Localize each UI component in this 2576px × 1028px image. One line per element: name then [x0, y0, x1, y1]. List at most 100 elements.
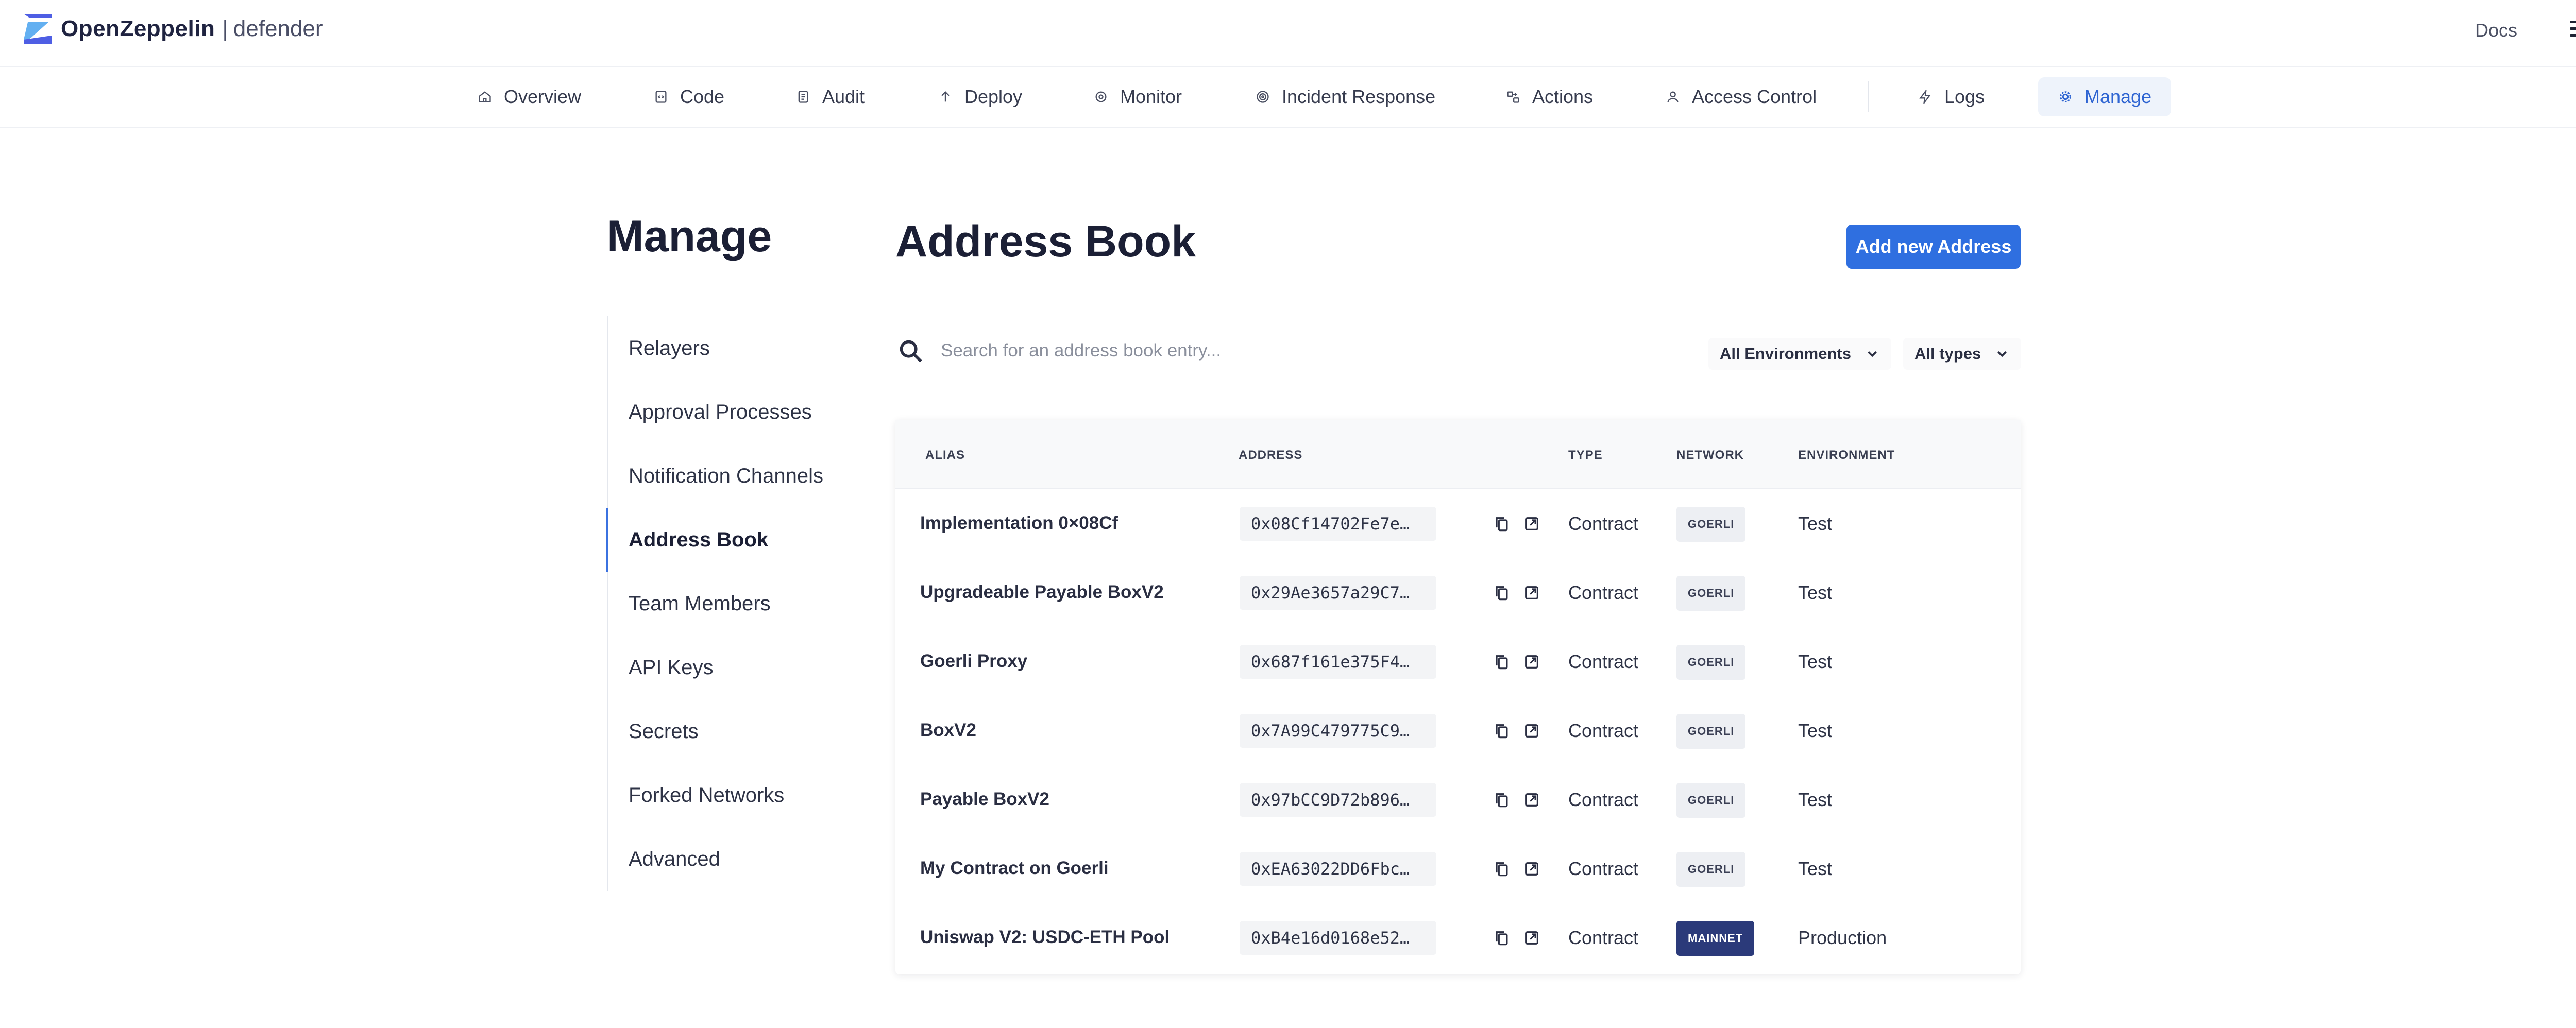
- search-input[interactable]: [941, 333, 1662, 369]
- type-filter-label: All types: [1914, 345, 1981, 363]
- network-badge: GOERLI: [1676, 645, 1746, 680]
- address-book-table: ALIAS ADDRESS TYPE NETWORK ENVIRONMENT I…: [895, 420, 2021, 974]
- nav-monitor[interactable]: Monitor: [1093, 77, 1182, 116]
- external-link-icon[interactable]: [1523, 584, 1540, 602]
- network-badge: GOERLI: [1676, 783, 1746, 818]
- column-header-alias[interactable]: ALIAS: [925, 448, 965, 462]
- copy-icon[interactable]: [1493, 860, 1511, 878]
- column-header-environment[interactable]: ENVIRONMENT: [1798, 448, 1895, 462]
- nav-access-control[interactable]: Access Control: [1665, 77, 1817, 116]
- manage-side-nav: Relayers Approval Processes Notification…: [606, 316, 839, 891]
- network-badge: MAINNET: [1676, 921, 1755, 956]
- openzeppelin-z-logo-icon: [24, 14, 52, 44]
- alias-cell: My Contract on Goerli: [920, 858, 1109, 878]
- audit-icon: [795, 89, 811, 105]
- address-cell: 0x29Ae3657a29C7…: [1240, 576, 1436, 610]
- table-row[interactable]: My Contract on Goerli 0xEA63022DD6Fbc… C…: [895, 834, 2021, 903]
- table-row[interactable]: Uniswap V2: USDC-ETH Pool 0xB4e16d0168e5…: [895, 903, 2021, 972]
- nav-overview-label: Overview: [504, 86, 582, 107]
- section-title: Manage: [607, 212, 772, 261]
- brand-separator: |: [222, 16, 228, 41]
- page-title: Address Book: [895, 217, 1196, 266]
- table-row[interactable]: Upgradeable Payable BoxV2 0x29Ae3657a29C…: [895, 558, 2021, 627]
- nav-manage[interactable]: Manage: [2038, 77, 2172, 116]
- address-cell: 0x687f161e375F4…: [1240, 645, 1436, 679]
- network-badge: GOERLI: [1676, 852, 1746, 887]
- docs-link[interactable]: Docs: [2475, 20, 2517, 41]
- actions-icon: [1505, 89, 1521, 105]
- users-icon: [1665, 89, 1681, 105]
- alias-cell: Goerli Proxy: [920, 651, 1028, 671]
- chevron-down-icon: [1868, 351, 1877, 357]
- type-cell: Contract: [1568, 927, 1639, 948]
- nav-audit[interactable]: Audit: [795, 77, 865, 116]
- add-new-address-button[interactable]: Add new Address: [1846, 225, 2021, 269]
- sidebar-item-secrets[interactable]: Secrets: [608, 699, 839, 763]
- address-cell: 0x7A99C479775C9…: [1240, 714, 1436, 748]
- external-link-icon[interactable]: [1523, 515, 1540, 533]
- environment-filter-label: All Environments: [1720, 345, 1851, 363]
- column-header-type[interactable]: TYPE: [1568, 448, 1603, 462]
- environment-cell: Test: [1798, 582, 1833, 603]
- nav-access-control-label: Access Control: [1692, 86, 1817, 107]
- openzeppelin-logo[interactable]: OpenZeppelin | defender: [24, 13, 323, 44]
- nav-incident-response-label: Incident Response: [1282, 86, 1436, 107]
- nav-overview[interactable]: Overview: [477, 77, 581, 116]
- type-cell: Contract: [1568, 582, 1639, 603]
- sidebar-item-address-book[interactable]: Address Book: [606, 508, 839, 572]
- table-row[interactable]: Payable BoxV2 0x97bCC9D72b896… Contract …: [895, 765, 2021, 834]
- nav-logs[interactable]: Logs: [1918, 77, 1985, 116]
- hamburger-menu-icon[interactable]: [2570, 21, 2576, 39]
- sidebar-item-api-keys[interactable]: API Keys: [608, 636, 839, 699]
- sidebar-item-team-members[interactable]: Team Members: [608, 572, 839, 636]
- address-cell: 0xB4e16d0168e52…: [1240, 921, 1436, 955]
- nav-actions-label: Actions: [1532, 86, 1594, 107]
- environment-filter-dropdown[interactable]: All Environments: [1708, 338, 1891, 370]
- environment-cell: Test: [1798, 720, 1833, 741]
- address-cell: 0xEA63022DD6Fbc…: [1240, 852, 1436, 886]
- copy-icon[interactable]: [1493, 653, 1511, 671]
- nav-audit-label: Audit: [822, 86, 865, 107]
- nav-incident-response[interactable]: Incident Response: [1255, 77, 1435, 116]
- column-header-address[interactable]: ADDRESS: [1239, 448, 1302, 462]
- environment-cell: Test: [1798, 858, 1833, 879]
- table-row[interactable]: Implementation 0×08Cf 0x08Cf14702Fe7e… C…: [895, 489, 2021, 558]
- sidebar-item-forked-networks[interactable]: Forked Networks: [608, 763, 839, 827]
- sidebar-item-advanced[interactable]: Advanced: [608, 827, 839, 891]
- nav-manage-label: Manage: [2084, 86, 2152, 107]
- copy-icon[interactable]: [1493, 722, 1511, 740]
- external-link-icon[interactable]: [1523, 653, 1540, 671]
- bolt-icon: [1918, 89, 1933, 105]
- external-link-icon[interactable]: [1523, 791, 1540, 809]
- external-link-icon[interactable]: [1523, 929, 1540, 947]
- main-nav: Overview Code Audit Deploy Monitor Incid…: [0, 67, 2576, 128]
- table-row[interactable]: BoxV2 0x7A99C479775C9… Contract GOERLI T…: [895, 696, 2021, 765]
- sidebar-item-relayers[interactable]: Relayers: [608, 316, 839, 380]
- external-link-icon[interactable]: [1523, 722, 1540, 740]
- external-link-icon[interactable]: [1523, 860, 1540, 878]
- nav-deploy[interactable]: Deploy: [938, 77, 1022, 116]
- copy-icon[interactable]: [1493, 929, 1511, 947]
- nav-actions[interactable]: Actions: [1505, 77, 1593, 116]
- table-row[interactable]: Goerli Proxy 0x687f161e375F4… Contract G…: [895, 627, 2021, 696]
- sidebar-item-notification-channels[interactable]: Notification Channels: [608, 444, 839, 508]
- environment-cell: Test: [1798, 789, 1833, 810]
- home-icon: [477, 89, 493, 105]
- copy-icon[interactable]: [1493, 584, 1511, 602]
- nav-code[interactable]: Code: [653, 77, 724, 116]
- column-header-network[interactable]: NETWORK: [1676, 448, 1744, 462]
- gear-icon: [2058, 89, 2073, 105]
- address-cell: 0x97bCC9D72b896…: [1240, 783, 1436, 817]
- environment-cell: Production: [1798, 927, 1887, 948]
- type-cell: Contract: [1568, 789, 1639, 810]
- sidebar-item-approval-processes[interactable]: Approval Processes: [608, 380, 839, 444]
- type-cell: Contract: [1568, 651, 1639, 672]
- copy-icon[interactable]: [1493, 791, 1511, 809]
- nav-deploy-label: Deploy: [964, 86, 1023, 107]
- nav-code-label: Code: [680, 86, 725, 107]
- copy-icon[interactable]: [1493, 515, 1511, 533]
- chevron-down-icon: [1997, 351, 2007, 357]
- alias-cell: Uniswap V2: USDC-ETH Pool: [920, 927, 1170, 947]
- type-filter-dropdown[interactable]: All types: [1903, 338, 2022, 370]
- top-header: OpenZeppelin | defender Docs: [0, 0, 2576, 67]
